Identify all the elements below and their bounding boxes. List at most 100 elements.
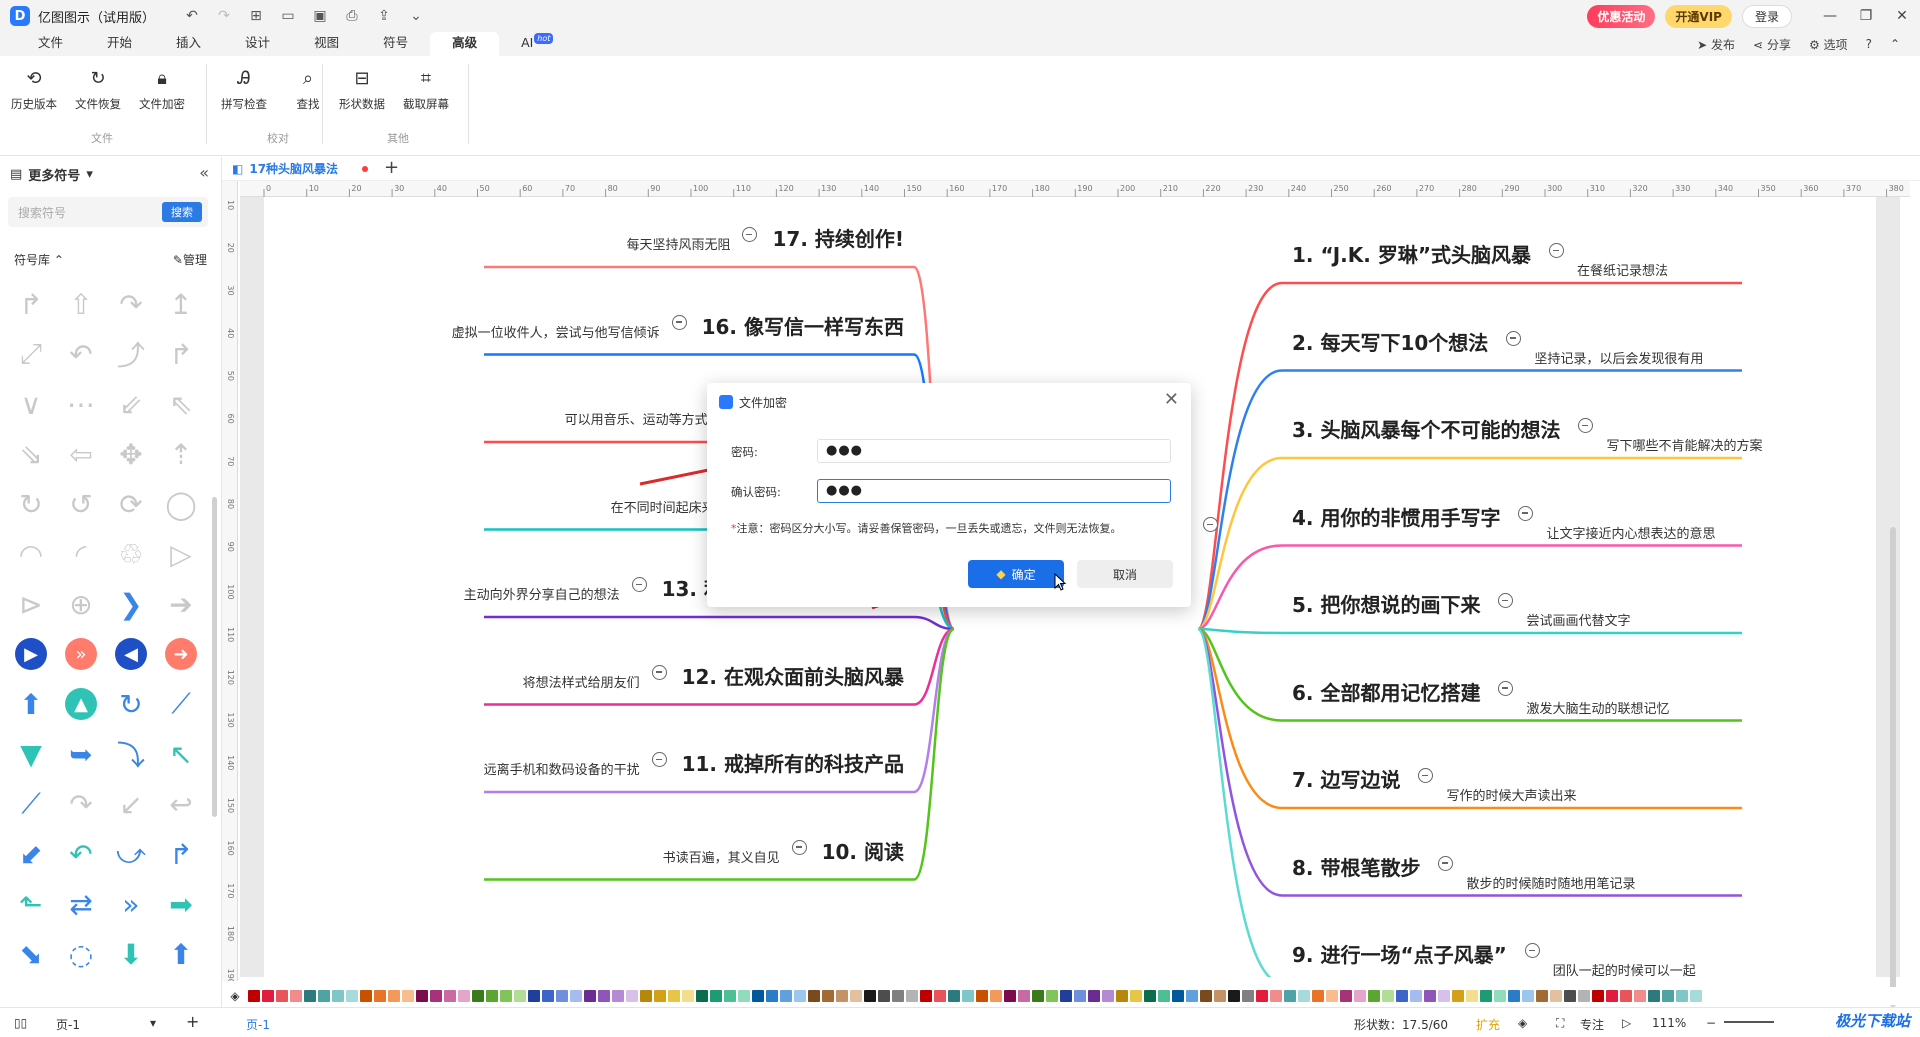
color-swatch[interactable] (542, 990, 554, 1002)
topic-right[interactable]: 2. 每天写下10个想法 (1292, 327, 1488, 356)
menu-view[interactable]: 视图 (292, 32, 361, 56)
color-swatch[interactable] (500, 990, 512, 1002)
menu-ai[interactable]: AI hot (499, 32, 555, 56)
symbol-shape[interactable]: ⬋ (6, 829, 56, 879)
subtopic-note[interactable]: 书读百遍，其义自见 (663, 847, 780, 866)
symbol-shape[interactable]: ⇦ (56, 429, 106, 479)
color-swatch[interactable] (472, 990, 484, 1002)
color-swatch[interactable] (1550, 990, 1562, 1002)
symbol-shape[interactable]: ↥ (156, 279, 206, 329)
subtopic-note[interactable]: 将想法样式给朋友们 (523, 672, 640, 691)
symbol-shape[interactable]: ⟋ (6, 779, 56, 829)
symbol-shape[interactable]: ⇄ (56, 879, 106, 929)
symbol-shape[interactable]: ▷ (156, 529, 206, 579)
color-swatch[interactable] (934, 990, 946, 1002)
color-swatch[interactable] (1242, 990, 1254, 1002)
color-swatch[interactable] (1578, 990, 1590, 1002)
color-swatch[interactable] (1158, 990, 1170, 1002)
promo-button[interactable]: 优惠活动 (1587, 4, 1656, 28)
vip-button[interactable]: 开通VIP (1665, 4, 1732, 28)
symbol-shape[interactable]: ↱ (156, 329, 206, 379)
collapse-icon[interactable] (1438, 855, 1454, 871)
color-swatch[interactable] (1074, 990, 1086, 1002)
collapse-icon[interactable] (651, 752, 667, 767)
topic-left[interactable]: 16. 像写信一样写东西 (702, 311, 904, 340)
symbol-shape[interactable]: ➥ (56, 729, 106, 779)
color-swatch[interactable] (1662, 990, 1674, 1002)
screenshot-button[interactable]: ⌗ 截取屏幕 (394, 62, 458, 112)
menu-advanced[interactable]: 高级 (430, 32, 500, 56)
symbol-shape[interactable]: ⤻ (106, 829, 156, 879)
subtopic-note[interactable]: 让文字接近内心想表达的意思 (1546, 523, 1715, 542)
color-swatch[interactable] (668, 990, 680, 1002)
undo-icon[interactable]: ↶ (183, 8, 201, 24)
subtopic-note[interactable]: 远离手机和数码设备的干扰 (484, 759, 640, 778)
subtopic-note[interactable]: 虚拟一位收件人，尝试与他写信倾诉 (452, 322, 660, 341)
subtopic-note[interactable]: 每天坚持风雨无阻 (626, 234, 730, 253)
password-field[interactable]: ●●● (817, 439, 1171, 463)
menu-start[interactable]: 开始 (85, 32, 154, 56)
color-swatch[interactable] (1312, 990, 1324, 1002)
symbol-shape[interactable]: ❯ (106, 579, 156, 629)
subtopic-note[interactable]: 尝试画画代替文字 (1526, 610, 1630, 629)
symbol-shape[interactable]: ⇖ (156, 379, 206, 429)
color-swatch[interactable] (584, 990, 596, 1002)
color-swatch[interactable] (1116, 990, 1128, 1002)
login-button[interactable]: 登录 (1741, 4, 1792, 28)
color-swatch[interactable] (1634, 990, 1646, 1002)
subtopic-note[interactable]: 团队一起的时候可以一起 (1553, 960, 1696, 979)
color-swatch[interactable] (248, 990, 260, 1002)
symbol-shape[interactable]: ⬇ (106, 929, 156, 979)
document-tab[interactable]: ◧ 17种头脑风暴法 (232, 160, 369, 177)
share-button[interactable]: ⋖ 分享 (1753, 36, 1791, 53)
color-swatch[interactable] (430, 990, 442, 1002)
symbol-shape[interactable]: ⬆ (156, 929, 206, 979)
publish-button[interactable]: ➤ 发布 (1697, 36, 1735, 53)
color-swatch[interactable] (1186, 990, 1198, 1002)
topic-right[interactable]: 9. 进行一场“点子风暴” (1292, 939, 1507, 968)
color-swatch[interactable] (1060, 990, 1072, 1002)
color-swatch[interactable] (780, 990, 792, 1002)
topic-right[interactable]: 6. 全部都用记忆搭建 (1292, 677, 1480, 706)
subtopic-note[interactable]: 在餐纸记录想法 (1577, 260, 1668, 279)
color-swatch[interactable] (346, 990, 358, 1002)
color-swatch[interactable] (1018, 990, 1030, 1002)
symbol-shape[interactable]: ↻ (6, 479, 56, 529)
color-swatch[interactable] (528, 990, 540, 1002)
menu-design[interactable]: 设计 (223, 32, 292, 56)
color-swatch[interactable] (290, 990, 302, 1002)
symbol-shape[interactable]: ⤢ (6, 329, 56, 379)
symbol-shape[interactable]: ⊕ (56, 579, 106, 629)
collapse-icon[interactable] (631, 577, 647, 592)
symbol-shape[interactable]: ⤴ (106, 329, 156, 379)
symbol-shape[interactable]: ⊳ (6, 579, 56, 629)
search-button[interactable]: 搜索 (162, 202, 202, 222)
symbol-shape[interactable]: ⇙ (106, 379, 156, 429)
symbol-shape[interactable]: ▲ (56, 679, 106, 729)
color-swatch[interactable] (864, 990, 876, 1002)
panel-scrollbar[interactable] (212, 497, 217, 817)
color-swatch[interactable] (822, 990, 834, 1002)
symbol-shape[interactable]: ↩ (156, 779, 206, 829)
color-swatch[interactable] (1564, 990, 1576, 1002)
symbol-shape[interactable]: ◯ (156, 479, 206, 529)
layers-icon[interactable]: ◈ (1518, 1016, 1527, 1030)
symbol-shape[interactable]: ⇡ (156, 429, 206, 479)
color-swatch[interactable] (766, 990, 778, 1002)
color-swatch[interactable] (444, 990, 456, 1002)
manage-button[interactable]: ✎管理 (173, 251, 207, 268)
menu-file[interactable]: 文件 (16, 32, 85, 56)
color-swatch[interactable] (640, 990, 652, 1002)
canvas-scrollbar[interactable] (1890, 527, 1896, 1007)
color-swatch[interactable] (1102, 990, 1114, 1002)
color-swatch[interactable] (696, 990, 708, 1002)
color-swatch[interactable] (1032, 990, 1044, 1002)
file-recover-button[interactable]: ↻ 文件恢复 (66, 62, 130, 112)
subtopic-note[interactable]: 坚持记录，以后会发现很有用 (1534, 348, 1703, 367)
symbol-shape[interactable]: ↱ (6, 279, 56, 329)
symbol-shape[interactable]: » (56, 629, 106, 679)
customize-icon[interactable]: ⌄ (407, 8, 425, 24)
fill-bucket-icon[interactable]: ◈ (222, 989, 248, 1003)
topic-right[interactable]: 3. 头脑风暴每个不可能的想法 (1292, 414, 1560, 443)
symbol-search-input[interactable]: 搜索符号 搜索 (8, 197, 208, 227)
